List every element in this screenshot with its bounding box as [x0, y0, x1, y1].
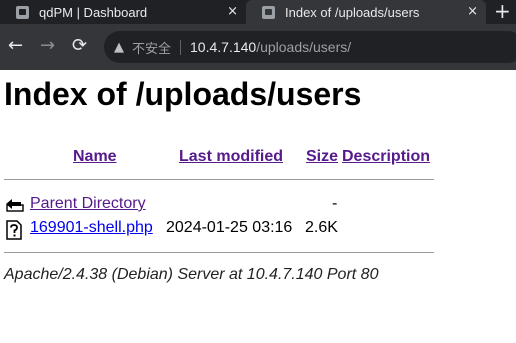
warning-icon[interactable]: ▲ [114, 40, 124, 55]
file-link[interactable]: 169901-shell.php [30, 219, 153, 237]
url-path: /uploads/users/ [256, 39, 352, 55]
footer-divider [4, 252, 434, 253]
tab-title: Index of /uploads/users [285, 4, 420, 20]
column-header-last-modified[interactable]: Last modified [179, 148, 283, 166]
omnibox-divider [180, 39, 182, 55]
column-header-description[interactable]: Description [342, 148, 430, 166]
unknown-file-icon [4, 220, 24, 244]
address-bar[interactable]: ▲ 不安全 10.4.7.140/uploads/users/ [104, 31, 516, 63]
security-label[interactable]: 不安全 [132, 38, 171, 57]
url-host: 10.4.7.140 [190, 39, 257, 55]
tab-strip: qdPM | Dashboard × Index of /uploads/use… [0, 0, 516, 24]
column-header-name[interactable]: Name [73, 148, 117, 166]
reload-button[interactable]: ⟳ [72, 35, 87, 57]
back-folder-icon [4, 196, 26, 218]
tab-title: qdPM | Dashboard [39, 4, 148, 20]
tab-qdpm-dashboard[interactable]: qdPM | Dashboard × [0, 0, 246, 24]
header-divider [4, 179, 434, 180]
server-signature: Apache/2.4.38 (Debian) Server at 10.4.7.… [4, 266, 379, 283]
favicon-icon [16, 5, 29, 19]
back-button[interactable]: ← [8, 35, 23, 57]
browser-toolbar: ← → ⟳ ▲ 不安全 10.4.7.140/uploads/users/ [0, 24, 516, 70]
tab-close-icon[interactable]: × [467, 3, 478, 21]
row-size: 2.6K [305, 219, 338, 236]
tab-index-uploads-users[interactable]: Index of /uploads/users × [246, 0, 486, 24]
column-header-size[interactable]: Size [306, 148, 338, 166]
forward-button[interactable]: → [40, 35, 55, 57]
row-last-modified: 2024-01-25 03:16 [166, 219, 293, 236]
new-tab-button[interactable]: + [494, 0, 511, 22]
page-title: Index of /uploads/users [4, 76, 362, 112]
url-text[interactable]: 10.4.7.140/uploads/users/ [190, 39, 351, 55]
row-size: - [332, 195, 338, 212]
parent-directory-link[interactable]: Parent Directory [30, 195, 146, 213]
favicon-icon [262, 5, 275, 19]
tab-close-icon[interactable]: × [227, 3, 238, 21]
